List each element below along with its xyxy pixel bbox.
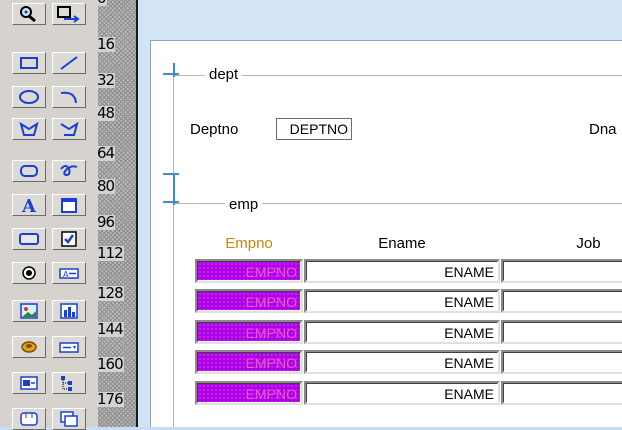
ruler-tick: 96 <box>98 213 115 231</box>
ruler-tick: 0 <box>98 0 107 6</box>
ruler-tick: 32 <box>98 71 115 89</box>
ename-value: ENAME <box>306 322 498 342</box>
empno-field[interactable]: EMPNO <box>195 259 303 283</box>
ename-field[interactable]: ENAME <box>304 259 500 283</box>
radio-button-tool-icon[interactable] <box>12 262 46 284</box>
text-item-tool-icon[interactable]: A <box>52 262 86 284</box>
ruler-tick: 48 <box>98 104 115 122</box>
rounded-rectangle-tool-icon[interactable] <box>12 160 46 182</box>
dname-label: Dna <box>589 121 617 138</box>
empno-value: EMPNO <box>197 261 301 281</box>
chart-tool-icon[interactable] <box>52 300 86 322</box>
ename-value: ENAME <box>306 352 498 372</box>
ename-value: ENAME <box>306 291 498 311</box>
polyline-tool-icon[interactable] <box>52 118 86 140</box>
deptno-label: Deptno <box>190 121 239 138</box>
dept-frame-left-border <box>173 75 174 177</box>
job-value <box>503 291 622 311</box>
emp-frame-left-border <box>173 203 174 427</box>
empno-field[interactable]: EMPNO <box>195 320 303 344</box>
empno-column-header: Empno <box>225 235 273 252</box>
ruler-tick: 128 <box>98 284 124 302</box>
empno-value: EMPNO <box>197 352 301 372</box>
vertical-ruler: 0 16 32 48 64 80 96 112 128 144 160 176 <box>98 0 138 427</box>
svg-text:A: A <box>63 270 69 279</box>
empno-value: EMPNO <box>197 322 301 342</box>
emp-frame-anchor-h2 <box>163 201 179 203</box>
ename-value: ENAME <box>306 383 498 403</box>
frame-tool-icon[interactable] <box>52 194 86 216</box>
ruler-tick: 64 <box>98 144 115 162</box>
line-tool-icon[interactable] <box>52 52 86 74</box>
ruler-tick: 16 <box>98 35 115 53</box>
magnify-tool-icon[interactable] <box>12 3 46 25</box>
ruler-tick: 112 <box>98 244 124 262</box>
job-field[interactable] <box>501 381 622 405</box>
layout-canvas[interactable]: dept Deptno DEPTNO Dna emp Empno Ename J… <box>150 40 622 427</box>
list-item-tool-icon[interactable] <box>52 336 86 358</box>
ename-value: ENAME <box>306 261 498 281</box>
empno-value: EMPNO <box>197 291 301 311</box>
checkbox-tool-icon[interactable] <box>52 228 86 250</box>
ename-field[interactable]: ENAME <box>304 381 500 405</box>
image-tool-icon[interactable] <box>12 300 46 322</box>
ruler-tick: 80 <box>98 177 115 195</box>
dept-frame-title: dept <box>205 66 243 83</box>
dept-frame-anchor-h <box>163 73 179 75</box>
ruler-tick: 176 <box>98 390 124 408</box>
empno-field[interactable]: EMPNO <box>195 350 303 374</box>
arc-tool-icon[interactable] <box>52 86 86 108</box>
job-value <box>503 383 622 403</box>
ename-column-header: Ename <box>378 235 426 252</box>
emp-frame-title: emp <box>225 196 263 213</box>
display-item-tool-icon[interactable] <box>12 372 46 394</box>
job-field[interactable] <box>501 289 622 313</box>
job-field[interactable] <box>501 320 622 344</box>
rectangle-tool-icon[interactable] <box>12 52 46 74</box>
ellipse-tool-icon[interactable] <box>12 86 46 108</box>
job-field[interactable] <box>501 350 622 374</box>
job-value <box>503 322 622 342</box>
sound-tool-icon[interactable] <box>12 336 46 358</box>
select-rotate-tool-icon[interactable] <box>52 3 86 25</box>
empno-value: EMPNO <box>197 383 301 403</box>
text-tool-icon[interactable]: A <box>12 194 46 216</box>
polygon-tool-icon[interactable] <box>12 118 46 140</box>
job-field[interactable] <box>501 259 622 283</box>
empno-field[interactable]: EMPNO <box>195 289 303 313</box>
job-value <box>503 352 622 372</box>
tree-tool-icon[interactable] <box>52 372 86 394</box>
button-tool-icon[interactable] <box>12 228 46 250</box>
job-value <box>503 261 622 281</box>
deptno-field[interactable]: DEPTNO <box>276 118 352 140</box>
ruler-tick: 144 <box>98 320 124 338</box>
job-column-header: Job <box>576 235 601 252</box>
emp-frame-anchor-h <box>163 173 179 175</box>
ruler-tick: 160 <box>98 355 124 373</box>
ename-field[interactable]: ENAME <box>304 350 500 374</box>
freehand-tool-icon[interactable] <box>52 160 86 182</box>
ename-field[interactable]: ENAME <box>304 289 500 313</box>
svg-text:A: A <box>21 196 37 214</box>
tool-palette: A A <box>0 0 99 430</box>
empno-field[interactable]: EMPNO <box>195 381 303 405</box>
ename-field[interactable]: ENAME <box>304 320 500 344</box>
